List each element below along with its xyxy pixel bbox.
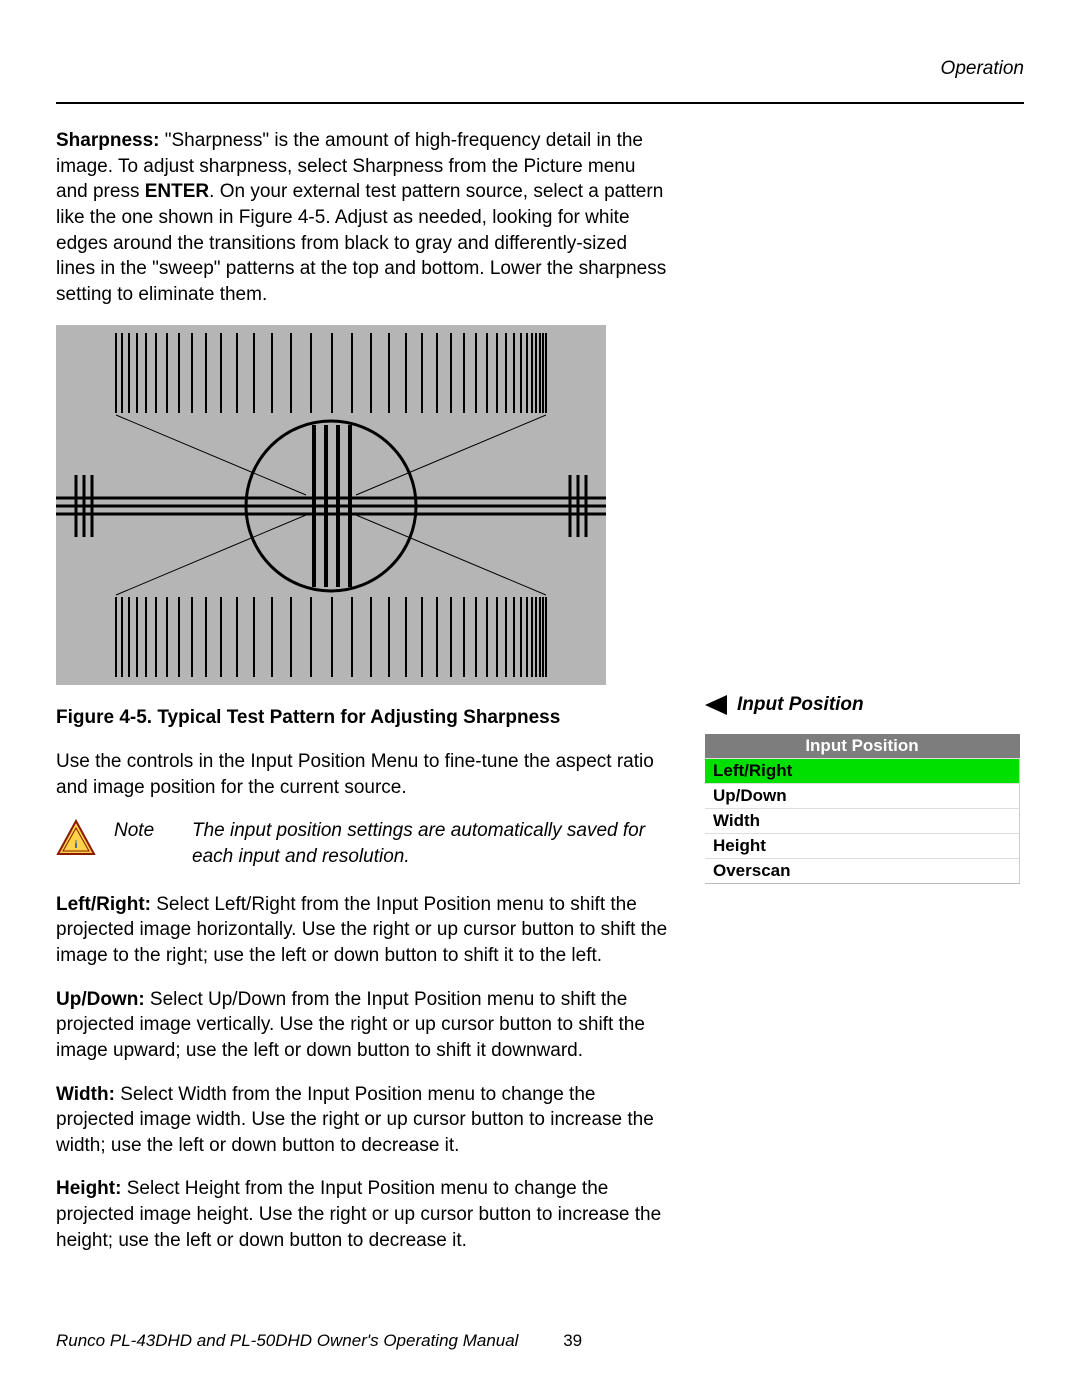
input-position-heading: Input Position	[705, 694, 1020, 716]
footer-page: 39	[563, 1331, 582, 1350]
figure-caption: Figure 4-5. Typical Test Pattern for Adj…	[56, 705, 671, 731]
width-label: Width:	[56, 1084, 115, 1105]
footer: Runco PL-43DHD and PL-50DHD Owner's Oper…	[56, 1331, 582, 1351]
sharpness-paragraph: Sharpness: "Sharpness" is the amount of …	[56, 128, 671, 307]
menu-item-0[interactable]: Left/Right	[705, 759, 1020, 784]
svg-text:i: i	[75, 840, 78, 851]
menu-title: Input Position	[705, 734, 1020, 759]
menu-item-4[interactable]: Overscan	[705, 859, 1020, 884]
menu-item-1[interactable]: Up/Down	[705, 784, 1020, 809]
footer-manual: Runco PL-43DHD and PL-50DHD Owner's Oper…	[56, 1331, 518, 1350]
input-position-heading-text: Input Position	[737, 694, 864, 716]
width-text: Select Width from the Input Position men…	[56, 1084, 654, 1156]
enter-key: ENTER	[145, 181, 209, 202]
input-position-intro: Use the controls in the Input Position M…	[56, 749, 671, 800]
triangle-left-icon	[705, 695, 727, 715]
header-section: Operation	[56, 58, 1024, 80]
height-label: Height:	[56, 1178, 121, 1199]
menu-item-2[interactable]: Width	[705, 809, 1020, 834]
height-text: Select Height from the Input Position me…	[56, 1178, 661, 1250]
updown-paragraph: Up/Down: Select Up/Down from the Input P…	[56, 987, 671, 1064]
leftright-label: Left/Right:	[56, 894, 151, 915]
updown-label: Up/Down:	[56, 989, 145, 1010]
test-pattern-figure	[56, 325, 606, 685]
updown-text: Select Up/Down from the Input Position m…	[56, 989, 645, 1061]
note-block: i Note The input position settings are a…	[56, 818, 671, 869]
note-text: The input position settings are automati…	[192, 818, 671, 869]
sharpness-label: Sharpness:	[56, 130, 159, 151]
input-position-menu: Input Position Left/Right Up/Down Width …	[705, 734, 1020, 884]
header-rule	[56, 102, 1024, 104]
width-paragraph: Width: Select Width from the Input Posit…	[56, 1082, 671, 1159]
menu-item-3[interactable]: Height	[705, 834, 1020, 859]
warning-icon: i	[56, 818, 96, 858]
height-paragraph: Height: Select Height from the Input Pos…	[56, 1176, 671, 1253]
leftright-paragraph: Left/Right: Select Left/Right from the I…	[56, 892, 671, 969]
note-label: Note	[114, 818, 174, 844]
